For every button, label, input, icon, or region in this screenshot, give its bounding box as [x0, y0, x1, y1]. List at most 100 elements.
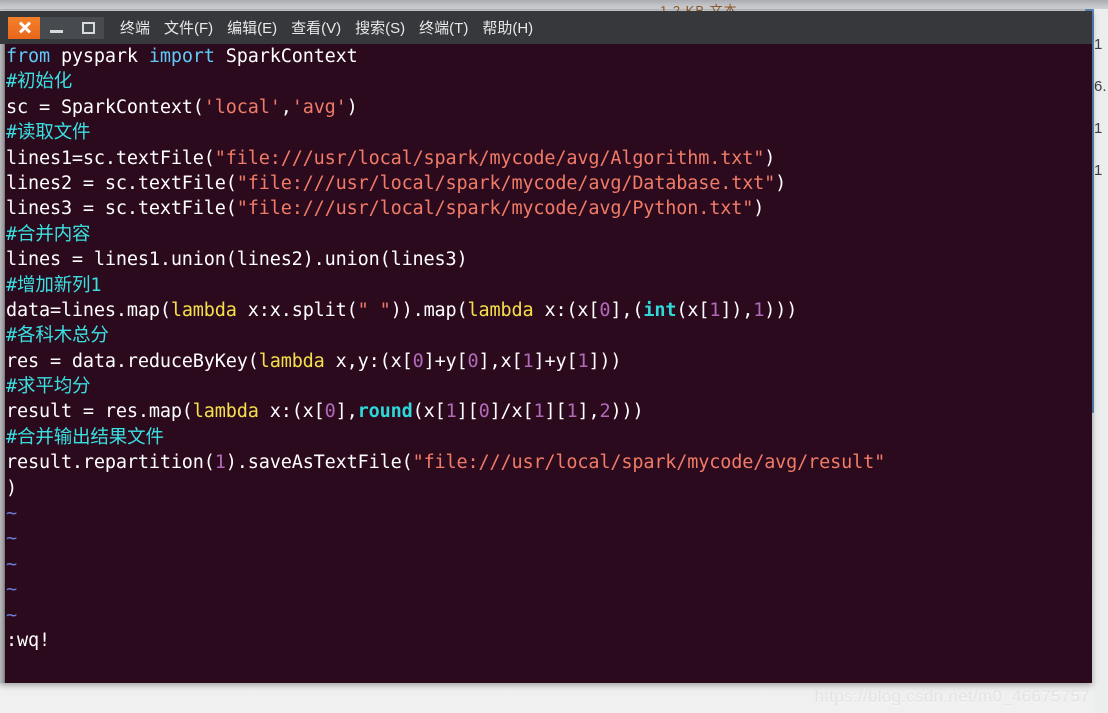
code-token: lines2 = sc.textFile( [6, 172, 237, 194]
terminal-window: 终端 文件(F) 编辑(E) 查看(V) 搜索(S) 终端(T) 帮助(H) f… [0, 11, 1092, 683]
terminal-body[interactable]: from pyspark import SparkContext #初始化 sc =… [0, 44, 1092, 683]
code-token: lines = lines1.union(lines2).union(lines… [6, 249, 468, 271]
terminal-left-edge [0, 44, 5, 683]
code-token: 0 [324, 401, 336, 423]
background-line-number: 1 [1094, 36, 1103, 53]
menu-item-edit[interactable]: 编辑(E) [227, 17, 277, 38]
code-token: pyspark [49, 46, 149, 67]
code-token: "file:///usr/local/spark/mycode/avg/Data… [236, 172, 776, 194]
code-token: ]+y[ [533, 350, 578, 372]
code-token: 0 [412, 350, 424, 372]
code-token: lines3 = sc.textFile( [6, 198, 237, 220]
code-token: sc = SparkContext( [6, 96, 204, 118]
code-token: x:(x[ [533, 299, 600, 321]
code-token: ) [775, 172, 787, 194]
editor-line: lines2 = sc.textFile("file:///usr/local/… [6, 171, 885, 196]
code-token: 1 [566, 401, 578, 423]
code-token: )).map( [390, 299, 468, 321]
code-token: result.repartition( [6, 452, 215, 474]
editor-line: ~ [6, 526, 885, 551]
code-token: lambda [192, 401, 259, 423]
editor-line: result = res.map(lambda x:(x[0],round(x[… [6, 399, 885, 424]
editor-line: :wq! [6, 628, 885, 653]
code-token: x:x.split( [236, 299, 358, 321]
menu-item-search[interactable]: 搜索(S) [355, 17, 405, 38]
code-token: lambda [467, 299, 534, 321]
code-token: ~ [6, 604, 17, 626]
editor-line: #初始化 [6, 69, 885, 94]
menu-item-help[interactable]: 帮助(H) [482, 17, 533, 38]
background-gutter [1094, 9, 1108, 713]
minimize-button[interactable] [40, 16, 72, 39]
background-line-number: 1 [1094, 120, 1103, 137]
vim-editor-text[interactable]: from pyspark import SparkContext #初始化 sc =… [6, 44, 885, 653]
code-token: ))) [764, 299, 798, 321]
code-token: lambda [170, 299, 237, 321]
background-line-number: 1 [1094, 162, 1103, 179]
menu-item-terminal[interactable]: 终端(T) [419, 17, 468, 38]
code-token: 'local' [203, 96, 281, 118]
code-token: " " [357, 299, 391, 321]
close-button[interactable] [8, 16, 40, 39]
code-token: "file:///usr/local/spark/mycode/avg/Pyth… [236, 198, 754, 220]
window-controls [8, 16, 104, 39]
close-icon [18, 21, 31, 34]
editor-line: lines3 = sc.textFile("file:///usr/local/… [6, 196, 885, 221]
code-token: #合并输出结果文件 [6, 426, 164, 448]
code-token: #初始化 [6, 71, 73, 93]
menu-item-terminal-title[interactable]: 终端 [120, 17, 150, 38]
code-token: import [148, 46, 215, 67]
code-token: ],( [610, 299, 644, 321]
editor-line: #增加新列1 [6, 273, 885, 298]
code-token: :wq! [6, 629, 50, 651]
editor-line: result.repartition(1).saveAsTextFile("fi… [6, 450, 885, 475]
code-token: from [6, 46, 50, 67]
editor-line: lines = lines1.union(lines2).union(lines… [6, 247, 885, 272]
editor-line: #合并内容 [6, 222, 885, 247]
editor-line: from pyspark import SparkContext [6, 44, 885, 69]
maximize-icon [81, 21, 95, 34]
code-token: 0 [467, 350, 479, 372]
code-token: 1 [214, 452, 226, 474]
code-token: data=lines.map( [6, 299, 171, 321]
code-token: ~ [6, 528, 17, 550]
maximize-button[interactable] [72, 16, 104, 39]
code-token: x:(x[ [258, 401, 325, 423]
editor-line: ~ [6, 552, 885, 577]
code-token: ][ [456, 401, 479, 423]
background-line-number: 6. [1094, 78, 1107, 95]
code-token: ) [753, 198, 765, 220]
code-token: int [643, 299, 677, 321]
code-token: 'avg' [291, 96, 347, 118]
code-token: ])) [588, 350, 622, 372]
code-token: ) [6, 477, 17, 499]
screenshot-root: 1.2 KB 文本 1 6. 1 1 终端 文件(F) [0, 0, 1108, 713]
code-token: ]+y[ [423, 350, 468, 372]
code-token: result = res.map( [6, 401, 193, 423]
code-token: ~ [6, 503, 17, 525]
code-token: 0 [478, 401, 490, 423]
code-token: ], [335, 401, 358, 423]
code-token: ))) [610, 401, 644, 423]
code-token: (x[ [412, 401, 446, 423]
code-token: res = data.reduceByKey( [6, 350, 259, 372]
code-token: 1 [445, 401, 457, 423]
code-token: ], [577, 401, 600, 423]
code-token: ~ [6, 553, 17, 575]
terminal-titlebar: 终端 文件(F) 编辑(E) 查看(V) 搜索(S) 终端(T) 帮助(H) [0, 11, 1092, 44]
code-token: (x[ [676, 299, 710, 321]
code-token: "file:///usr/local/spark/mycode/avg/resu… [412, 452, 886, 474]
code-token: #求平均分 [6, 376, 91, 398]
menu-item-view[interactable]: 查看(V) [291, 17, 341, 38]
code-token: ]/x[ [489, 401, 534, 423]
code-token: #合并内容 [6, 223, 91, 245]
code-token: #增加新列1 [6, 274, 102, 296]
code-token: 1 [577, 350, 589, 372]
menu-item-file[interactable]: 文件(F) [164, 17, 213, 38]
editor-line: sc = SparkContext('local','avg') [6, 95, 885, 120]
code-token: #读取文件 [6, 122, 91, 144]
code-token: 0 [599, 299, 611, 321]
code-token: ],x[ [478, 350, 523, 372]
code-token: x,y:(x[ [324, 350, 413, 372]
code-token: ][ [544, 401, 567, 423]
